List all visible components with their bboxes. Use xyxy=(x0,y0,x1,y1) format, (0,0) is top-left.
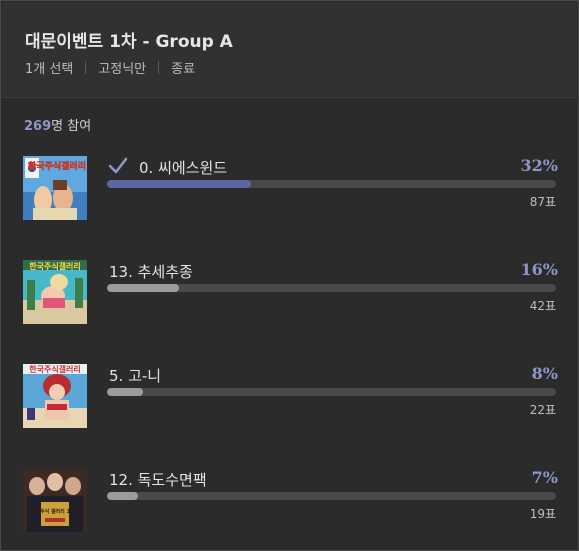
poll-meta: 1개 선택 고정닉만 종료 xyxy=(25,58,195,77)
poll-title: 대문이벤트 1차 - Group A xyxy=(25,32,233,52)
poll-option[interactable]: 한국주식갤러리 13. 추세추종 16% 42표 xyxy=(23,260,558,324)
option-label: 12. 독도수면팩 xyxy=(109,471,207,489)
poll-panel: 대문이벤트 1차 - Group A 1개 선택 고정닉만 종료 269명 참여… xyxy=(0,0,579,551)
option-percent: 16% xyxy=(520,260,558,279)
poll-option[interactable]: 한국주식갤러리 5. 고-니 8% 22표 xyxy=(23,364,558,428)
option-progress-bar xyxy=(107,492,556,500)
option-votes: 42표 xyxy=(529,299,556,313)
poll-option[interactable]: 한국주식 갤러리 1주년 12. 독도수면팩 7% 19표 xyxy=(23,468,558,532)
check-icon xyxy=(108,157,128,174)
option-thumbnail: 한국주식갤러리 xyxy=(23,364,87,428)
meta-selection-type: 1개 선택 xyxy=(25,62,74,77)
option-thumbnail: 한국주식 갤러리 1주년 xyxy=(23,468,87,532)
thumb-caption: 한국주식갤러리 xyxy=(28,160,86,172)
option-label: 13. 추세추종 xyxy=(109,263,193,281)
option-percent: 32% xyxy=(520,156,558,175)
option-progress-bar xyxy=(107,180,556,188)
participant-number: 269 xyxy=(24,119,52,134)
participant-count: 269명 참여 xyxy=(24,115,91,134)
poll-option[interactable]: 한국주식갤러리 0. 씨에스윈드 32% 87표 xyxy=(23,156,558,220)
thumb-caption: 한국주식 갤러리 1주년 xyxy=(31,508,80,515)
option-percent: 8% xyxy=(531,364,558,383)
meta-status: 종료 xyxy=(171,62,196,77)
option-thumbnail: 한국주식갤러리 xyxy=(23,260,87,324)
option-progress-fill xyxy=(107,388,143,396)
option-progress-fill xyxy=(107,180,251,188)
participant-suffix: 명 참여 xyxy=(51,119,92,134)
option-progress-fill xyxy=(107,284,179,292)
thumb-caption: 한국주식갤러리 xyxy=(29,261,81,271)
option-percent: 7% xyxy=(531,468,558,487)
thumb-caption: 한국주식갤러리 xyxy=(29,364,81,374)
meta-voter-restriction: 고정닉만 xyxy=(98,62,147,77)
poll-header: 대문이벤트 1차 - Group A 1개 선택 고정닉만 종료 xyxy=(2,2,577,98)
option-votes: 19표 xyxy=(529,507,556,521)
option-votes: 22표 xyxy=(529,403,556,417)
option-votes: 87표 xyxy=(529,195,556,209)
option-thumbnail: 한국주식갤러리 xyxy=(23,156,87,220)
option-label: 0. 씨에스윈드 xyxy=(139,159,228,177)
option-progress-fill xyxy=(107,492,139,500)
meta-divider xyxy=(158,61,160,74)
option-progress-bar xyxy=(107,388,556,396)
option-label: 5. 고-니 xyxy=(109,367,162,385)
option-progress-bar xyxy=(107,284,556,292)
meta-divider xyxy=(85,61,87,74)
